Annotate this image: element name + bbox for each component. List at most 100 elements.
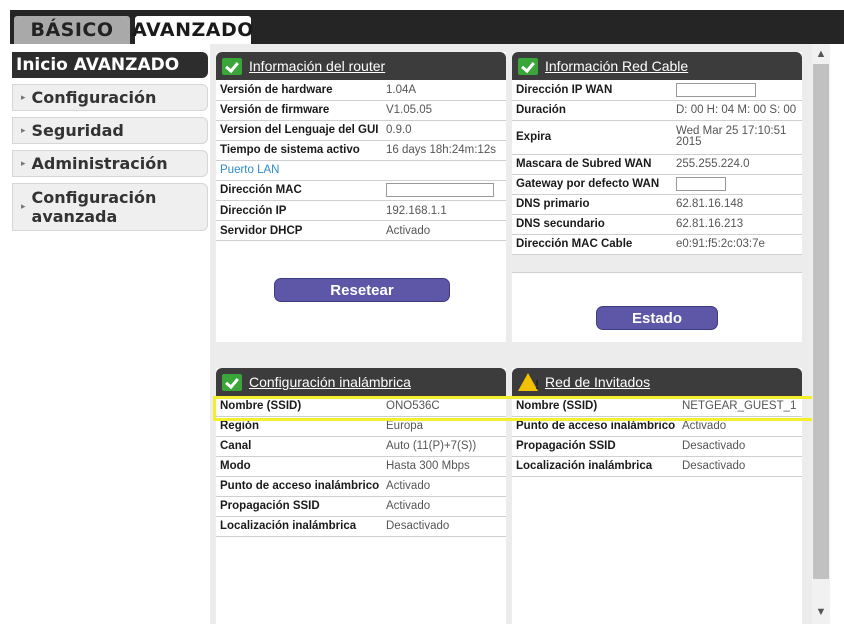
triangle-right-icon: ▸ [21, 125, 26, 136]
table-row: Version del Lenguaje del GUI 0.9.0 [216, 120, 506, 141]
row-key: DNS primario [512, 194, 672, 215]
row-value: D: 00 H: 04 M: 00 S: 00 [672, 100, 802, 121]
router-info-title[interactable]: Información del router [249, 58, 385, 74]
scroll-up-icon[interactable]: ▲ [812, 46, 830, 62]
status-button[interactable]: Estado [596, 306, 718, 330]
cable-info-title[interactable]: Información Red Cable [545, 58, 688, 74]
row-key: Nombre (SSID) [216, 396, 382, 417]
sidebar-item-seguridad[interactable]: ▸ Seguridad [12, 117, 208, 144]
row-key: Localización inalámbrica [216, 516, 382, 537]
scroll-down-icon[interactable]: ▼ [812, 604, 830, 620]
row-key: Version del Lenguaje del GUI [216, 120, 382, 141]
table-row: Dirección IP WAN [512, 80, 802, 101]
panel-header: Configuración inalámbrica [216, 368, 506, 396]
row-key: Servidor DHCP [216, 220, 382, 241]
table-row: Punto de acceso inalámbrico Activado [512, 416, 802, 437]
sidebar-item-label: Configuración avanzada [32, 188, 157, 226]
tab-basic[interactable]: BÁSICO [14, 16, 130, 44]
table-row: Modo Hasta 300 Mbps [216, 456, 506, 477]
row-value: 1.04A [382, 80, 506, 101]
scrollbar-thumb[interactable] [813, 64, 829, 579]
expires-line-2: 2015 [676, 136, 702, 148]
table-row: Expira Wed Mar 25 17:10:51 2015 [512, 120, 802, 155]
guest-network-title[interactable]: Red de Invitados [545, 374, 650, 390]
sidebar-item-configuracion-avanzada[interactable]: ▸ Configuración avanzada [12, 183, 208, 231]
table-row: Punto de acceso inalámbrico Activado [216, 476, 506, 497]
sidebar-item-administracion[interactable]: ▸ Administración [12, 150, 208, 177]
row-key: Mascara de Subred WAN [512, 154, 672, 175]
wan-ip-field [676, 82, 756, 97]
row-value: 16 days 18h:24m:12s [382, 140, 506, 161]
triangle-right-icon: ▸ [21, 202, 26, 212]
row-value: Activado [382, 496, 506, 517]
reset-button[interactable]: Resetear [274, 278, 450, 302]
row-value [672, 174, 802, 195]
lan-port-title: Puerto LAN [216, 161, 506, 181]
row-key: Canal [216, 436, 382, 457]
table-row: Localización inalámbrica Desactivado [512, 456, 802, 477]
top-tab-bar: BÁSICO AVANZADO [0, 0, 844, 44]
table-row: DNS primario 62.81.16.148 [512, 194, 802, 215]
lan-table: Dirección MAC Dirección IP 192.168.1.1 Se… [216, 180, 506, 241]
row-value: Hasta 300 Mbps [382, 456, 506, 477]
table-row: DNS secundario 62.81.16.213 [512, 214, 802, 235]
guest-table: Nombre (SSID) NETGEAR_GUEST_1 Punto de ac… [512, 396, 802, 477]
row-value: 62.81.16.148 [672, 194, 802, 215]
row-key: Versión de hardware [216, 80, 382, 101]
row-value [382, 180, 506, 201]
sidebar-item-configuracion[interactable]: ▸ Configuración [12, 84, 208, 111]
row-key: Punto de acceso inalámbrico [216, 476, 382, 497]
row-key: Región [216, 416, 382, 437]
row-value: Desactivado [678, 456, 802, 477]
mac-address-field [386, 183, 494, 198]
sidebar-item-label: Seguridad [31, 121, 124, 140]
tab-advanced[interactable]: AVANZADO [132, 16, 253, 44]
table-row: Gateway por defecto WAN [512, 174, 802, 195]
row-key: Dirección IP WAN [512, 80, 672, 101]
sidebar: Inicio AVANZADO ▸ Configuración ▸ Seguri… [12, 52, 208, 231]
table-row: Duración D: 00 H: 04 M: 00 S: 00 [512, 100, 802, 121]
row-value: ONO536C [382, 396, 506, 417]
panel-header: Información Red Cable [512, 52, 802, 80]
row-value: Activado [678, 416, 802, 437]
row-key: Localización inalámbrica [512, 456, 678, 477]
row-value [672, 80, 802, 101]
table-row: Región Europa [216, 416, 506, 437]
table-row: Propagación SSID Activado [216, 496, 506, 517]
spacer-row [512, 254, 802, 273]
table-row: Canal Auto (11(P)+7(S)) [216, 436, 506, 457]
table-row: Versión de firmware V1.05.05 [216, 100, 506, 121]
row-key: Dirección IP [216, 200, 382, 221]
table-row: Nombre (SSID) ONO536C [216, 396, 506, 417]
wireless-title[interactable]: Configuración inalámbrica [249, 374, 411, 390]
sidebar-header[interactable]: Inicio AVANZADO [12, 52, 208, 78]
row-key: DNS secundario [512, 214, 672, 235]
triangle-right-icon: ▸ [21, 158, 26, 169]
table-row: Propagación SSID Desactivado [512, 436, 802, 457]
row-value: Desactivado [382, 516, 506, 537]
row-key: Duración [512, 100, 672, 121]
row-key: Propagación SSID [512, 436, 678, 457]
cable-info-table: Dirección IP WAN Duración D: 00 H: 04 M: … [512, 80, 802, 273]
table-row: Localización inalámbrica Desactivado [216, 516, 506, 537]
row-key: Tiempo de sistema activo [216, 140, 382, 161]
table-row [512, 254, 802, 273]
gateway-field [676, 177, 726, 191]
table-row: Dirección MAC [216, 180, 506, 201]
warning-icon: ! [518, 373, 539, 392]
row-value: Wed Mar 25 17:10:51 2015 [672, 120, 802, 155]
label-line-1: Configuración [31, 188, 157, 207]
table-row: Dirección IP 192.168.1.1 [216, 200, 506, 221]
row-value: 62.81.16.213 [672, 214, 802, 235]
guest-network-panel: ! Red de Invitados Nombre (SSID) NETGEAR_… [512, 368, 802, 624]
check-icon [518, 57, 538, 75]
row-value: Auto (11(P)+7(S)) [382, 436, 506, 457]
wireless-panel: Configuración inalámbrica Nombre (SSID) O… [216, 368, 506, 624]
table-row: Tiempo de sistema activo 16 days 18h:24m:… [216, 140, 506, 161]
sidebar-item-label: Configuración [31, 88, 157, 107]
table-row: Mascara de Subred WAN 255.255.224.0 [512, 154, 802, 175]
wireless-table: Nombre (SSID) ONO536C Región Europa Canal A… [216, 396, 506, 537]
row-key: Nombre (SSID) [512, 396, 678, 417]
row-value: Activado [382, 220, 506, 241]
table-row: Nombre (SSID) NETGEAR_GUEST_1 [512, 396, 802, 417]
